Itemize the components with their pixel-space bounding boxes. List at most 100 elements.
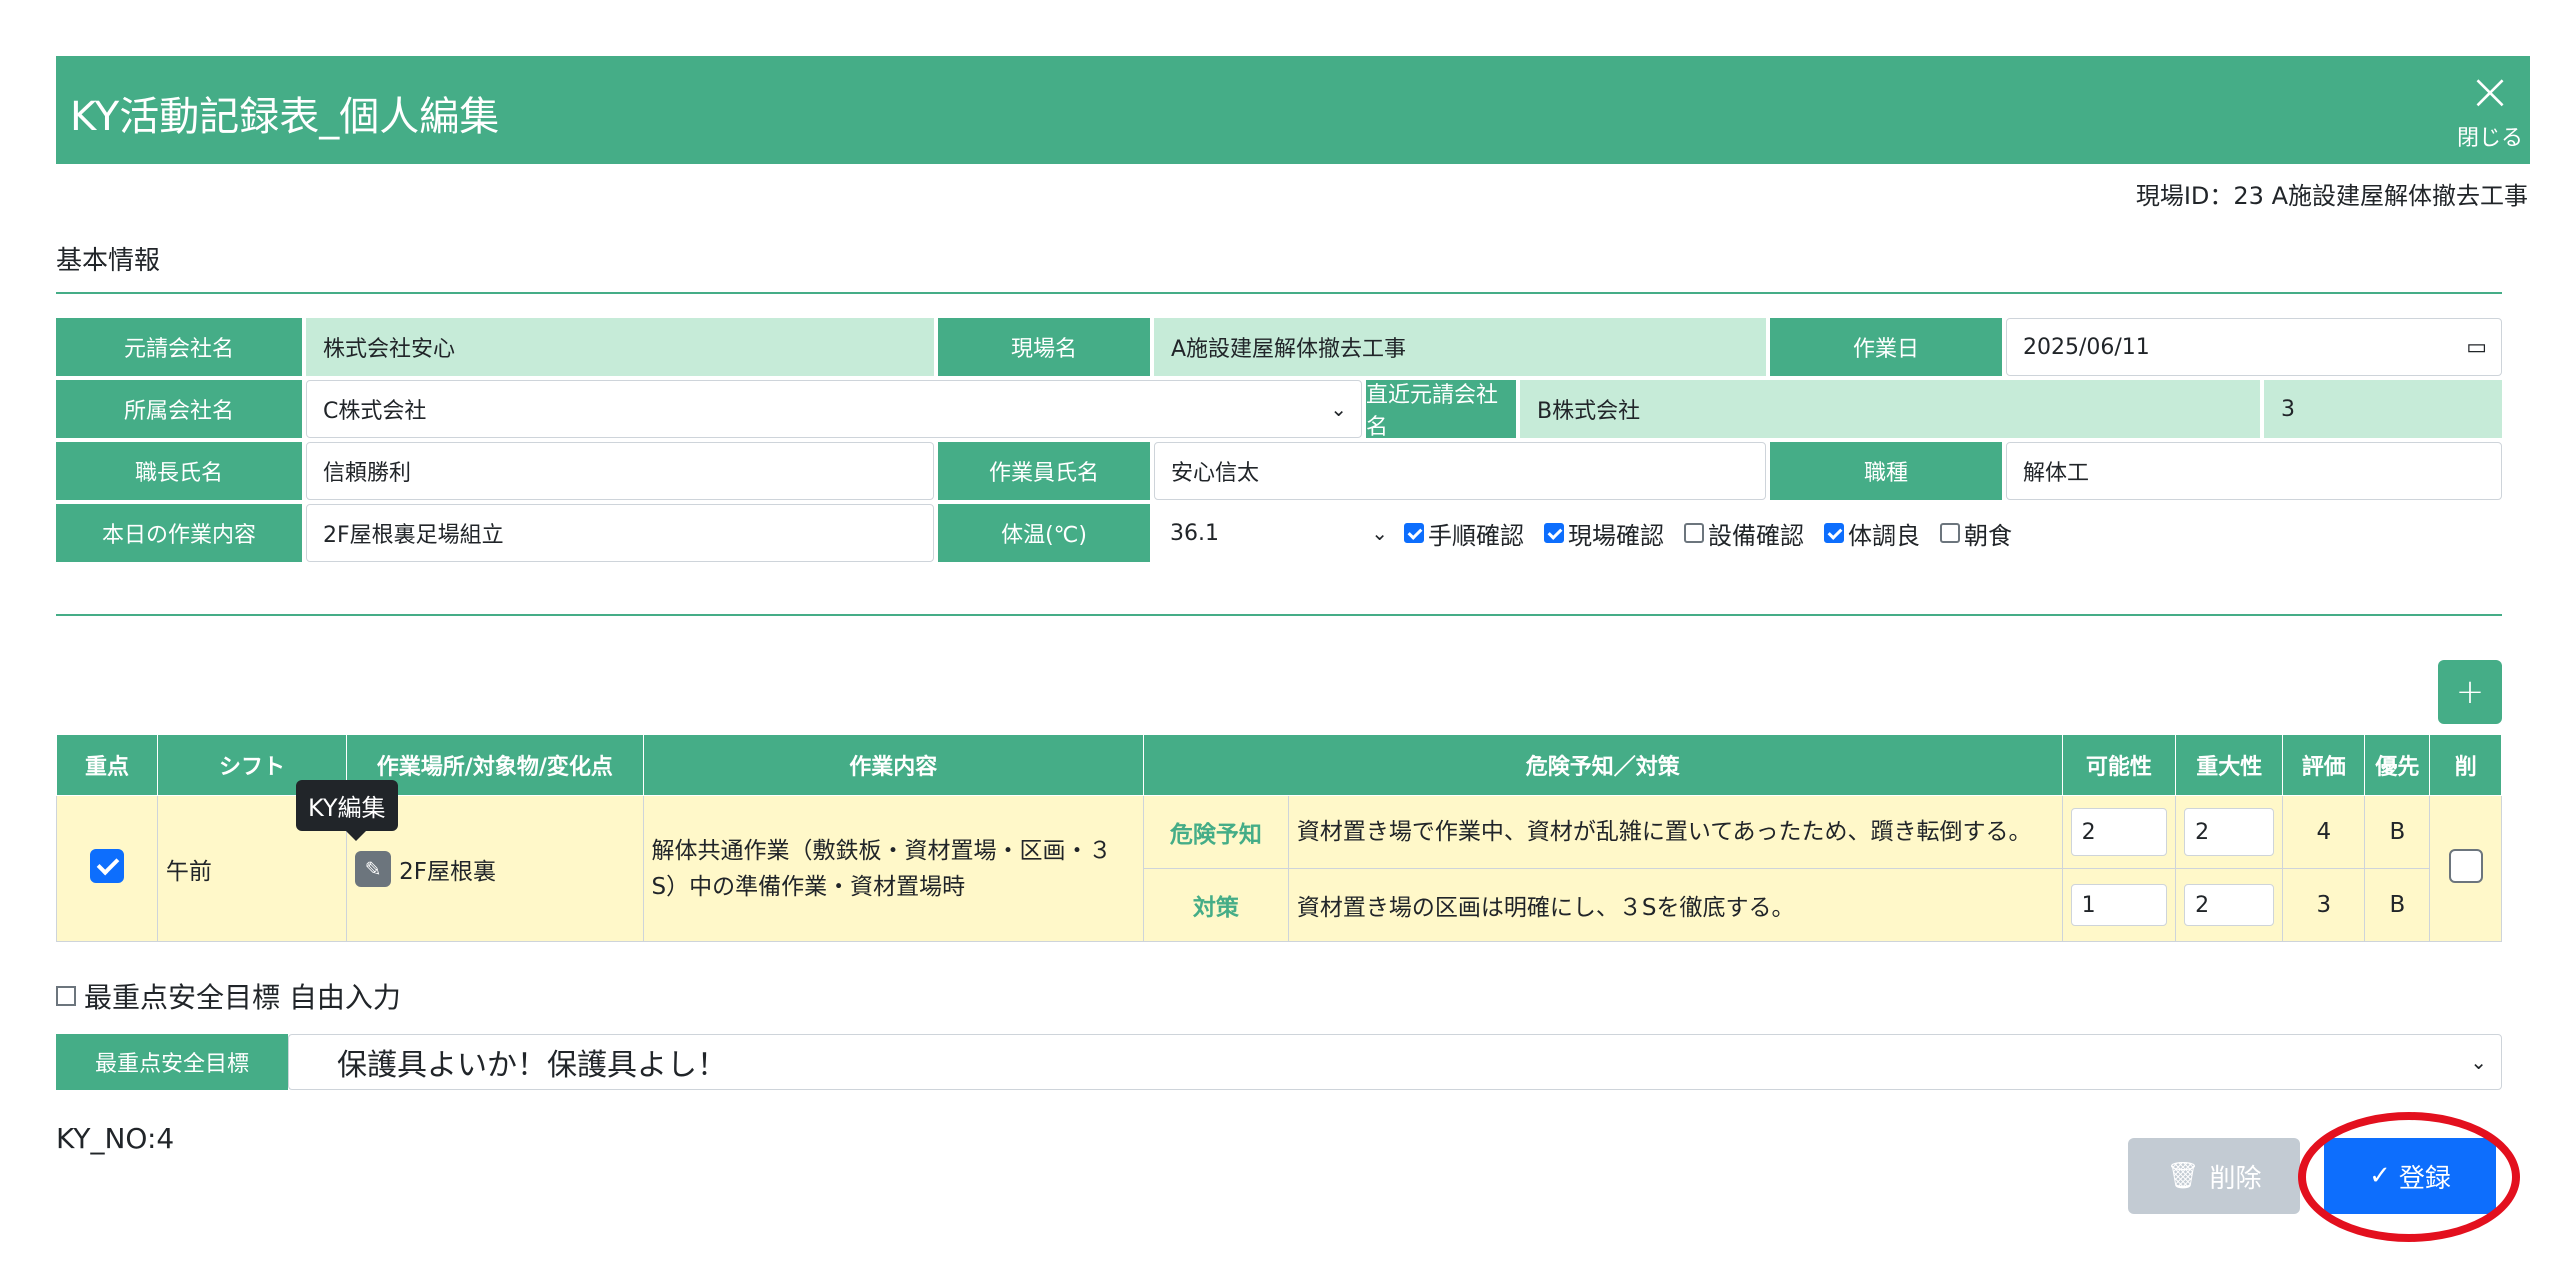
foreman-label: 職長氏名 [56, 442, 302, 500]
close-icon: × [2468, 62, 2512, 122]
checkbox[interactable] [1684, 523, 1704, 543]
delete-button[interactable]: 🗑 削除 [2128, 1138, 2300, 1214]
checkbox[interactable] [1824, 523, 1844, 543]
checkbox[interactable] [1404, 523, 1424, 543]
calendar-icon[interactable]: ▭ [2466, 335, 2487, 360]
checkbox[interactable] [1940, 523, 1960, 543]
severity-input[interactable]: 2 [2184, 808, 2275, 856]
affiliation-value: C株式会社 [323, 399, 427, 424]
hazard-text: 資材置き場で作業中、資材が乱雑に置いてあったため、躓き転倒する。 [1287, 795, 2063, 869]
check-equipment[interactable]: 設備確認 [1684, 516, 1804, 551]
measure-possibility-cell: 1 [2061, 868, 2177, 942]
today-work-input[interactable]: 2F屋根裏足場組立 [306, 504, 934, 562]
free-input-check[interactable]: 最重点安全目標 自由入力 [56, 976, 401, 1016]
col-header: 重点 [56, 734, 158, 796]
severity-input[interactable]: 2 [2184, 884, 2275, 926]
check-health[interactable]: 体調良 [1824, 516, 1920, 551]
check-site[interactable]: 現場確認 [1544, 516, 1664, 551]
foreman-input[interactable]: 信頼勝利 [306, 442, 934, 500]
tier-field: 3 [2264, 380, 2502, 438]
modal-title: KY活動記録表_個人編集 [70, 94, 500, 140]
trade-label: 職種 [1770, 442, 2002, 500]
worker-input[interactable]: 安心信太 [1154, 442, 1766, 500]
temp-value: 36.1 [1170, 520, 1219, 546]
hazard-severity-cell: 2 [2175, 795, 2284, 869]
goal-value: 保護具よいか！保護具よし！ [337, 1048, 727, 1083]
ky-no: KY_NO:4 [56, 1122, 175, 1155]
direct-prime-label: 直近元請会社名 [1366, 380, 1516, 440]
col-header: 評価 [2282, 734, 2366, 796]
site-name-label: 現場名 [938, 318, 1150, 376]
check-label: 朝食 [1964, 521, 2012, 550]
measure-tag: 対策 [1142, 868, 1289, 942]
affiliation-select[interactable]: C株式会社 ⌄ [306, 380, 1362, 438]
check-label: 現場確認 [1568, 521, 1664, 550]
work-date-label: 作業日 [1770, 318, 2002, 376]
form-divider [56, 614, 2502, 616]
col-header: 重大性 [2175, 734, 2284, 796]
checkbox[interactable] [1544, 523, 1564, 543]
close-button[interactable]: × 閉じる [2450, 60, 2530, 160]
site-id-text: 現場ID：23 A施設建屋解体撤去工事 [2135, 182, 2528, 210]
work-date-input[interactable]: 2025/06/11 ▭ [2006, 318, 2502, 376]
work-date-value: 2025/06/11 [2023, 334, 2150, 360]
check-procedure[interactable]: 手順確認 [1404, 516, 1524, 551]
delete-label: 削除 [2209, 1163, 2262, 1194]
check-label: 手順確認 [1428, 521, 1524, 550]
measure-severity-cell: 2 [2175, 868, 2284, 942]
trade-input[interactable]: 解体工 [2006, 442, 2502, 500]
delete-checkbox[interactable] [2448, 848, 2483, 883]
today-work-label: 本日の作業内容 [56, 504, 302, 562]
goal-label: 最重点安全目標 [56, 1034, 288, 1090]
temp-label: 体温(℃) [938, 504, 1150, 562]
measure-text: 資材置き場の区画は明確にし、３Sを徹底する。 [1287, 868, 2063, 942]
modal-header: KY活動記録表_個人編集 × 閉じる [56, 56, 2530, 164]
direct-prime-field: B株式会社 [1520, 380, 2260, 438]
work-cell: 解体共通作業（敷鉄板・資材置場・区画・３S）中の準備作業・資材置場時 [642, 795, 1144, 942]
worker-label: 作業員氏名 [938, 442, 1150, 500]
chevron-down-icon: ⌄ [1330, 397, 1347, 421]
tooltip: KY編集 [296, 780, 398, 841]
priority-checkbox[interactable] [89, 848, 124, 883]
prime-company-field: 株式会社安心 [306, 318, 934, 376]
close-label: 閉じる [2456, 126, 2523, 151]
col-header: 危険予知／対策 [1142, 734, 2063, 796]
section-title: 基本情報 [56, 246, 161, 276]
possibility-input[interactable]: 1 [2070, 884, 2168, 926]
check-breakfast[interactable]: 朝食 [1940, 516, 2012, 551]
check-label: 設備確認 [1708, 521, 1804, 550]
hazard-priority: B [2364, 795, 2431, 869]
check-group: 手順確認 現場確認 設備確認 体調良 朝食 [1404, 504, 2022, 562]
affiliation-label: 所属会社名 [56, 380, 302, 438]
col-header: 作業内容 [642, 734, 1144, 796]
table-row: 午前 ✎ 2F屋根裏 解体共通作業（敷鉄板・資材置場・区画・３S）中の準備作業・… [56, 795, 2502, 942]
delete-cell [2429, 795, 2502, 942]
site-name-field: A施設建屋解体撤去工事 [1154, 318, 1766, 376]
add-row-button[interactable]: + [2438, 660, 2502, 724]
hazard-tag: 危険予知 [1142, 795, 1289, 869]
chevron-down-icon: ⌄ [2470, 1050, 2487, 1074]
priority-cell [56, 795, 158, 942]
ky-table: 重点 シフト 作業場所/対象物/変化点 作業内容 危険予知／対策 可能性 重大性… [56, 734, 2502, 942]
possibility-input[interactable]: 2 [2070, 808, 2168, 856]
col-header: 可能性 [2061, 734, 2177, 796]
location-text: 2F屋根裏 [399, 858, 496, 885]
edit-icon[interactable]: ✎ [355, 850, 392, 887]
col-header: 削 [2429, 734, 2502, 796]
check-label: 体調良 [1848, 521, 1920, 550]
measure-eval: 3 [2282, 868, 2366, 942]
temp-select[interactable]: 36.1 ⌄ [1154, 504, 1402, 562]
hazard-eval: 4 [2282, 795, 2366, 869]
trash-icon: 🗑 [2166, 1161, 2200, 1191]
chevron-down-icon: ⌄ [1371, 521, 1388, 545]
goal-select[interactable]: 保護具よいか！保護具よし！ ⌄ [288, 1034, 2502, 1090]
table-header-row: 重点 シフト 作業場所/対象物/変化点 作業内容 危険予知／対策 可能性 重大性… [56, 734, 2502, 796]
col-header: 優先 [2364, 734, 2431, 796]
prime-company-label: 元請会社名 [56, 318, 302, 376]
checkbox[interactable] [56, 986, 76, 1006]
hazard-possibility-cell: 2 [2061, 795, 2177, 869]
measure-priority: B [2364, 868, 2431, 942]
highlight-ring [2298, 1112, 2520, 1242]
free-input-label: 最重点安全目標 自由入力 [84, 981, 401, 1014]
section-divider [56, 292, 2502, 294]
